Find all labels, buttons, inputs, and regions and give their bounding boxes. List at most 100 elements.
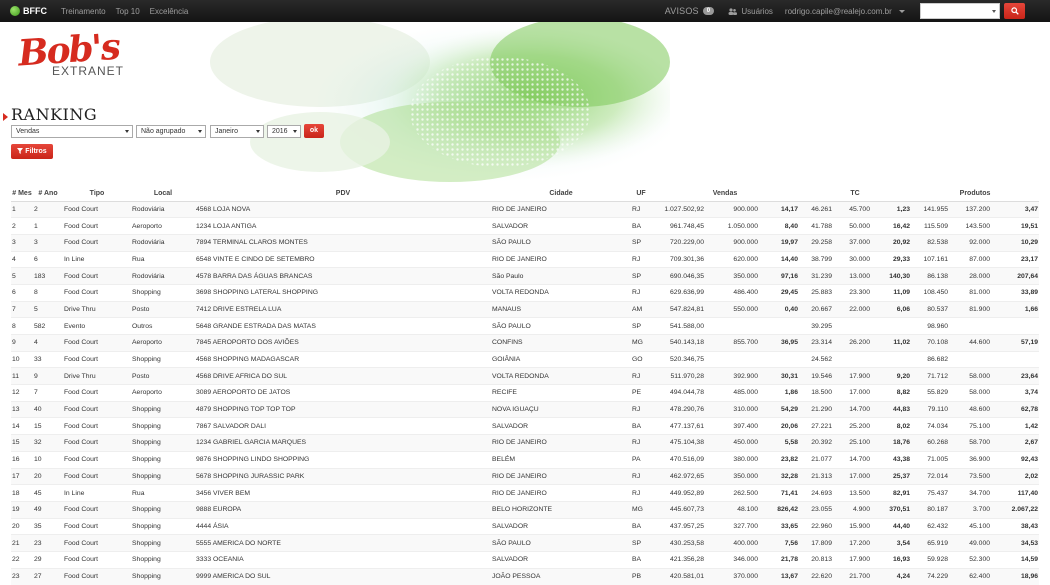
cell-produtos-meta: 62.400 bbox=[949, 567, 992, 585]
cell-produtos-var: 2,67 bbox=[991, 434, 1040, 452]
search-select[interactable] bbox=[920, 3, 1000, 19]
cell-tc-real: 23.055 bbox=[799, 500, 833, 519]
nav-top10[interactable]: Top 10 bbox=[116, 7, 140, 16]
cell-vendas-real: 445.607,73 bbox=[651, 500, 705, 519]
user-menu[interactable]: rodrigo.capile@realejo.com.br bbox=[785, 7, 905, 16]
cell-vendas-real: 520.346,75 bbox=[651, 350, 705, 368]
cell-produtos-real: 75.437 bbox=[911, 484, 950, 502]
cell-tc-meta: 14.700 bbox=[833, 450, 871, 468]
cell-produtos-real: 98.960 bbox=[911, 317, 950, 335]
table-row[interactable]: 22 29 Food Court Shopping 3333 OCEANIA SALVAD… bbox=[11, 550, 1040, 569]
cell-tc-meta: 30.000 bbox=[833, 250, 871, 268]
cell-tipo: Food Court bbox=[63, 500, 131, 519]
ok-button[interactable]: ok bbox=[304, 124, 324, 138]
cell-uf: PE bbox=[631, 384, 651, 402]
table-row[interactable]: 4 6 In Line Rua 6548 VINTE E CINDO DE SETEMB… bbox=[11, 250, 1040, 268]
cell-tipo: Food Court bbox=[63, 567, 131, 585]
table-row[interactable]: 15 32 Food Court Shopping 1234 GABRIEL GARCI… bbox=[11, 434, 1040, 452]
cell-tc-real: 21.290 bbox=[799, 400, 833, 418]
month-select[interactable]: Janeiro bbox=[210, 125, 264, 138]
table-row[interactable]: 11 9 Drive Thru Posto 4568 DRIVE AFRICA DO S… bbox=[11, 367, 1040, 385]
cell-pdv: 9876 SHOPPING LINDO SHOPPING bbox=[195, 450, 491, 468]
header-mes[interactable]: # Mes bbox=[11, 186, 33, 202]
cell-pdv: 5678 SHOPPING JURASSIC PARK bbox=[195, 467, 491, 485]
table-row[interactable]: 20 35 Food Court Shopping 4444 ÁSIA SALVADOR B… bbox=[11, 517, 1040, 535]
cell-mes: 5 bbox=[11, 267, 33, 285]
table-row[interactable]: 3 3 Food Court Rodoviária 7894 TERMINAL CLAR… bbox=[11, 233, 1040, 252]
cell-produtos-var: 19,51 bbox=[991, 217, 1040, 235]
cell-tc-real: 41.788 bbox=[799, 217, 833, 235]
cell-pdv: 9999 AMERICA DO SUL bbox=[195, 567, 491, 585]
header-vendas[interactable]: Vendas bbox=[651, 186, 799, 202]
cell-tc-var: 4,24 bbox=[871, 567, 912, 585]
cell-cidade: BELÉM bbox=[491, 450, 631, 468]
users-label: Usuários bbox=[741, 6, 773, 16]
nav-treinamento[interactable]: Treinamento bbox=[61, 7, 106, 16]
cell-ano: 23 bbox=[33, 534, 63, 552]
users-link[interactable]: Usuários bbox=[728, 7, 773, 16]
nav-excelencia[interactable]: Excelência bbox=[150, 7, 189, 16]
cell-cidade: VOLTA REDONDA bbox=[491, 283, 631, 302]
cell-mes: 13 bbox=[11, 400, 33, 418]
cell-mes: 8 bbox=[11, 317, 33, 335]
header-tc[interactable]: TC bbox=[799, 186, 912, 202]
table-row[interactable]: 10 33 Food Court Shopping 4568 SHOPPING MADA… bbox=[11, 350, 1040, 368]
table-row[interactable]: 9 4 Food Court Aeroporto 7845 AEROPORTO DOS … bbox=[11, 334, 1040, 352]
header-cidade[interactable]: Cidade bbox=[491, 186, 631, 202]
cell-produtos-var: 23,64 bbox=[991, 367, 1040, 385]
cell-cidade: SALVADOR bbox=[491, 517, 631, 535]
table-row[interactable]: 1 2 Food Court Rodoviária 4568 LOJA NOVA RIO … bbox=[11, 200, 1040, 218]
cell-cidade: VOLTA REDONDA bbox=[491, 367, 631, 385]
table-row[interactable]: 14 15 Food Court Shopping 7867 SALVADOR DALI… bbox=[11, 417, 1040, 435]
table-row[interactable]: 23 27 Food Court Shopping 9999 AMERICA DO SU… bbox=[11, 567, 1040, 585]
cell-produtos-meta: 143.500 bbox=[949, 217, 992, 235]
table-row[interactable]: 5 183 Food Court Rodoviária 4578 BARRA DAS Á… bbox=[11, 267, 1040, 285]
cell-vendas-real: 494.044,78 bbox=[651, 384, 705, 402]
cell-tc-meta: 21.700 bbox=[833, 567, 871, 585]
table-row[interactable]: 13 40 Food Court Shopping 4879 SHOPPING TOP … bbox=[11, 400, 1040, 418]
table-row[interactable]: 2 1 Food Court Aeroporto 1234 LOJA ANTIGA SAL… bbox=[11, 217, 1040, 235]
search-button[interactable] bbox=[1004, 3, 1025, 19]
table-row[interactable]: 16 10 Food Court Shopping 9876 SHOPPING LIND… bbox=[11, 450, 1040, 468]
header-produtos[interactable]: Produtos bbox=[911, 186, 1040, 202]
cell-produtos-real: 141.955 bbox=[911, 200, 950, 218]
cell-tipo: Food Court bbox=[63, 384, 131, 402]
cell-cidade: SALVADOR bbox=[491, 550, 631, 569]
header-uf[interactable]: UF bbox=[631, 186, 651, 202]
cell-local: Aeroporto bbox=[131, 217, 195, 235]
cell-tc-meta: 25.100 bbox=[833, 434, 871, 452]
cell-produtos-var: 1,66 bbox=[991, 300, 1040, 318]
cell-tc-real: 20.813 bbox=[799, 550, 833, 569]
header-tipo[interactable]: Tipo bbox=[63, 186, 131, 202]
chevron-down-icon bbox=[256, 130, 260, 133]
year-select[interactable]: 2016 bbox=[267, 125, 301, 138]
header-ano[interactable]: # Ano bbox=[33, 186, 63, 202]
cell-vendas-var: 71,41 bbox=[759, 484, 799, 502]
cell-tc-var: 25,37 bbox=[871, 467, 912, 485]
table-row[interactable]: 19 49 Food Court Shopping 9888 EUROPA BELO HO… bbox=[11, 500, 1040, 519]
table-row[interactable]: 7 5 Drive Thru Posto 7412 DRIVE ESTRELA LUA M… bbox=[11, 300, 1040, 318]
cell-tc-var: 1,23 bbox=[871, 200, 912, 218]
header-local[interactable]: Local bbox=[131, 186, 195, 202]
cell-tipo: Evento bbox=[63, 317, 131, 335]
cell-produtos-var bbox=[991, 317, 1040, 335]
cell-tc-meta: 23.300 bbox=[833, 283, 871, 302]
cell-produtos-meta: 58.000 bbox=[949, 367, 992, 385]
table-row[interactable]: 12 7 Food Court Aeroporto 3089 AEROPORTO DE … bbox=[11, 384, 1040, 402]
header-pdv[interactable]: PDV bbox=[195, 186, 491, 202]
table-row[interactable]: 21 23 Food Court Shopping 5555 AMERICA DO NO… bbox=[11, 534, 1040, 552]
cell-tc-real: 19.546 bbox=[799, 367, 833, 385]
bobs-extranet-logo[interactable]: Bob's EXTRANET bbox=[17, 26, 124, 78]
cell-produtos-meta bbox=[949, 317, 992, 335]
avisos-link[interactable]: AVISOS bbox=[665, 6, 699, 16]
cell-tc-meta: 17.000 bbox=[833, 467, 871, 485]
table-row[interactable]: 17 20 Food Court Shopping 5678 SHOPPING JURA… bbox=[11, 467, 1040, 485]
metric-select[interactable]: Vendas bbox=[11, 125, 133, 138]
table-row[interactable]: 6 8 Food Court Shopping 3698 SHOPPING LATERA… bbox=[11, 283, 1040, 302]
cell-local: Shopping bbox=[131, 350, 195, 368]
filtros-button[interactable]: Filtros bbox=[11, 144, 53, 159]
table-row[interactable]: 18 45 In Line Rua 3456 VIVER BEM RIO DE JANEI… bbox=[11, 484, 1040, 502]
grouping-select[interactable]: Não agrupado bbox=[136, 125, 206, 138]
brand-logo[interactable]: BFFC bbox=[10, 6, 47, 16]
table-row[interactable]: 8 582 Evento Outros 5648 GRANDE ESTRADA DAS … bbox=[11, 317, 1040, 335]
